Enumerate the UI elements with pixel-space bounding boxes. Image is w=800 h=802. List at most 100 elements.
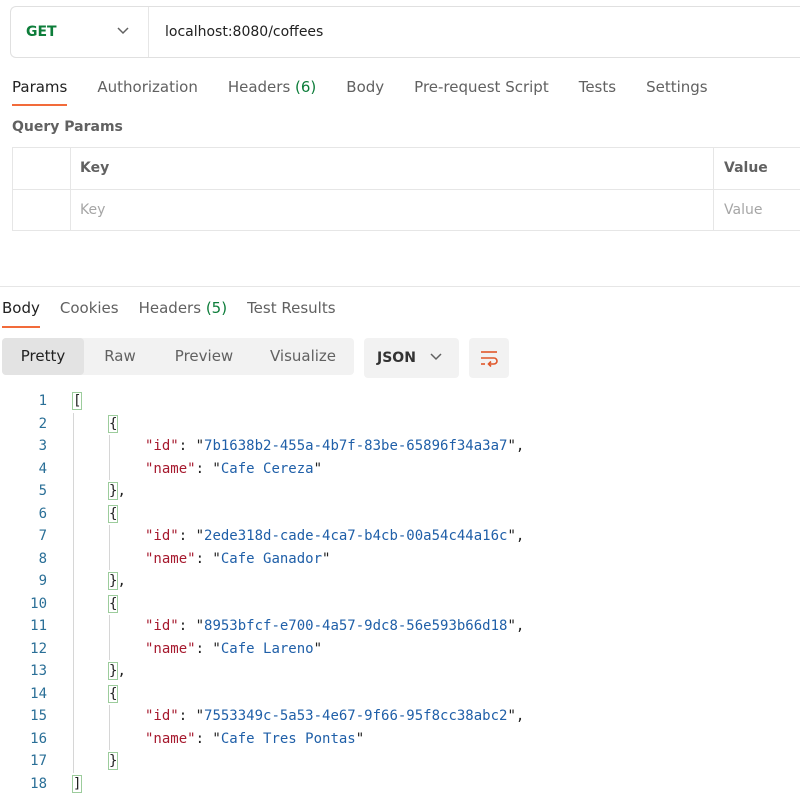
json-key: "name" bbox=[145, 640, 196, 657]
line-number: 17 bbox=[30, 753, 47, 769]
method-select[interactable]: GET bbox=[11, 7, 149, 57]
json-brace: { bbox=[107, 504, 119, 523]
code-text: { bbox=[73, 413, 119, 436]
response-tabs: Body Cookies Headers (5) Test Results bbox=[2, 297, 356, 328]
wrap-lines-icon bbox=[481, 351, 498, 367]
format-select[interactable]: JSON bbox=[364, 338, 459, 378]
json-string-name: Cafe Tres Pontas bbox=[220, 730, 356, 747]
json-punct: : " bbox=[178, 438, 205, 454]
code-text: "id": "7b1638b2-455a-4b7f-83be-65896f34a… bbox=[73, 435, 524, 458]
json-punct: , bbox=[117, 483, 126, 499]
json-brace: { bbox=[107, 684, 119, 703]
params-header-row: Key Value bbox=[13, 148, 800, 190]
code-text: [ bbox=[71, 390, 83, 413]
json-string-id: 7553349c-5a53-4e67-9f66-95f8cc38abc2 bbox=[204, 708, 508, 724]
line-number: 3 bbox=[38, 438, 47, 454]
indent-guide bbox=[109, 705, 110, 750]
code-text: { bbox=[73, 683, 119, 706]
json-punct: : " bbox=[195, 460, 221, 477]
code-line: 12 "name": "Cafe Lareno" bbox=[0, 638, 800, 661]
format-label: JSON bbox=[377, 350, 416, 366]
view-mode-preview[interactable]: Preview bbox=[156, 338, 252, 375]
json-key: "name" bbox=[145, 550, 196, 567]
tab-headers[interactable]: Headers (6) bbox=[228, 76, 316, 106]
code-text: }, bbox=[73, 480, 126, 503]
line-number: 15 bbox=[30, 708, 47, 724]
json-punct: ", bbox=[507, 528, 525, 544]
tab-settings[interactable]: Settings bbox=[646, 76, 708, 106]
tab-label: Test Results bbox=[247, 299, 336, 317]
json-key: "id" bbox=[145, 618, 179, 634]
tab-count-badge: (6) bbox=[295, 78, 317, 96]
json-key: "name" bbox=[145, 460, 196, 477]
line-number: 11 bbox=[30, 618, 47, 634]
code-text: "name": "Cafe Ganador" bbox=[73, 548, 330, 571]
line-number: 8 bbox=[38, 550, 47, 567]
json-punct: " bbox=[322, 550, 331, 567]
json-key: "name" bbox=[145, 730, 196, 747]
query-params-table: Key Value Key Value bbox=[12, 147, 800, 231]
json-punct: " bbox=[355, 730, 365, 747]
json-key: "id" bbox=[145, 528, 179, 544]
json-bracket: [ bbox=[71, 392, 83, 410]
code-text: } bbox=[73, 750, 119, 773]
response-tab-test-results[interactable]: Test Results bbox=[247, 297, 335, 328]
code-line: 2{ bbox=[0, 413, 800, 436]
code-text: { bbox=[73, 503, 119, 526]
json-string-id: 2ede318d-cade-4ca7-b4cb-00a54c44a16c bbox=[204, 528, 508, 544]
tab-label: Cookies bbox=[59, 299, 119, 317]
response-divider[interactable] bbox=[0, 286, 800, 287]
json-punct: : " bbox=[195, 640, 221, 657]
code-text: "name": "Cafe Cereza" bbox=[73, 458, 322, 481]
tab-params[interactable]: Params bbox=[12, 76, 68, 106]
code-line: 5}, bbox=[0, 480, 800, 503]
wrap-lines-button[interactable] bbox=[469, 338, 509, 378]
line-number: 16 bbox=[30, 730, 47, 747]
tab-body[interactable]: Body bbox=[346, 76, 384, 106]
value-column-header: Value bbox=[724, 160, 768, 176]
view-mode-raw[interactable]: Raw bbox=[84, 338, 156, 375]
param-key-input[interactable]: Key bbox=[80, 190, 105, 231]
tab-label: Headers bbox=[227, 78, 296, 96]
code-text: "name": "Cafe Lareno" bbox=[73, 638, 322, 661]
line-number: 13 bbox=[30, 663, 47, 679]
line-number: 10 bbox=[30, 595, 47, 612]
tab-label: Settings bbox=[646, 78, 708, 96]
json-string-id: 8953bfcf-e700-4a57-9dc8-56e593b66d18 bbox=[204, 618, 508, 634]
chevron-down-icon bbox=[430, 353, 442, 361]
code-line: 18] bbox=[0, 773, 800, 796]
param-value-input[interactable]: Value bbox=[724, 190, 762, 231]
response-tab-headers[interactable]: Headers (5) bbox=[139, 297, 227, 328]
tab-tests[interactable]: Tests bbox=[579, 76, 616, 106]
json-key: "id" bbox=[145, 438, 179, 454]
json-bracket: ] bbox=[71, 774, 83, 793]
json-punct: , bbox=[117, 663, 126, 679]
line-number: 7 bbox=[38, 528, 47, 544]
tab-pre-request-script[interactable]: Pre-request Script bbox=[414, 76, 549, 106]
url-input[interactable]: localhost:8080/coffees bbox=[149, 24, 323, 40]
code-line: 4 "name": "Cafe Cereza" bbox=[0, 458, 800, 481]
json-punct: : " bbox=[178, 528, 205, 544]
code-line: 9}, bbox=[0, 570, 800, 593]
response-tab-body[interactable]: Body bbox=[2, 297, 40, 328]
method-label: GET bbox=[26, 24, 57, 40]
view-mode-pretty[interactable]: Pretty bbox=[2, 338, 84, 375]
tab-authorization[interactable]: Authorization bbox=[97, 76, 197, 106]
code-line: 1[ bbox=[0, 390, 800, 413]
chevron-down-icon bbox=[117, 27, 129, 35]
code-line: 7 "id": "2ede318d-cade-4ca7-b4cb-00a54c44… bbox=[0, 525, 800, 548]
response-tab-cookies[interactable]: Cookies bbox=[60, 297, 119, 328]
column-divider bbox=[70, 148, 71, 230]
line-number: 6 bbox=[38, 505, 47, 522]
json-string-name: Cafe Ganador bbox=[220, 550, 323, 567]
tab-label: Body bbox=[2, 299, 40, 317]
json-punct: ", bbox=[507, 708, 525, 724]
line-number: 2 bbox=[38, 415, 47, 432]
tab-label: Params bbox=[12, 78, 68, 96]
json-string-name: Cafe Lareno bbox=[220, 640, 314, 657]
line-number: 9 bbox=[38, 573, 47, 589]
line-number: 1 bbox=[38, 393, 47, 409]
json-punct: : " bbox=[178, 708, 205, 724]
json-brace: { bbox=[107, 594, 119, 613]
view-mode-visualize[interactable]: Visualize bbox=[252, 338, 354, 375]
